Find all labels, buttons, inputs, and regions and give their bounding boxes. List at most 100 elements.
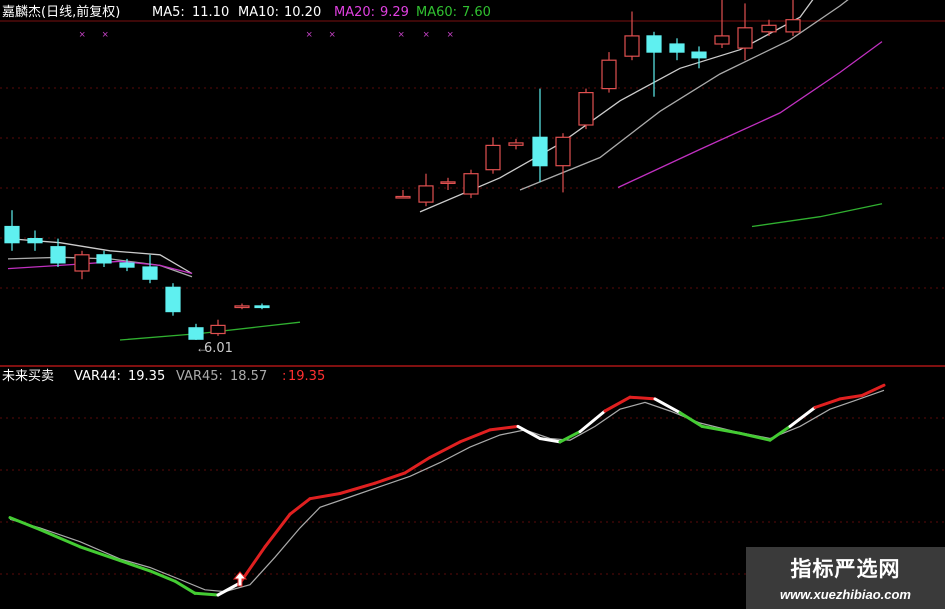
signal-x-icon: ×	[423, 29, 429, 41]
candle-body	[165, 286, 181, 313]
candle	[188, 323, 204, 340]
var44-segment	[628, 395, 657, 401]
candle	[74, 250, 90, 280]
watermark-logo: 指标严选网 www.xuezhibiao.com	[746, 547, 945, 609]
candle-body	[578, 91, 594, 126]
var44-segment	[38, 528, 82, 549]
candle-body	[96, 254, 112, 264]
candle	[669, 38, 685, 61]
var44-segment	[768, 424, 792, 442]
var44-segment	[216, 581, 242, 597]
watermark-title: 指标严选网	[790, 557, 901, 581]
candlesticks	[4, 0, 801, 340]
security-title: 嘉麟杰(日线,前复权)	[2, 4, 120, 20]
candle-body	[210, 324, 226, 335]
candle-body	[785, 19, 801, 33]
var44-segment	[78, 545, 122, 563]
var44-segment	[488, 424, 520, 432]
ma60-line	[119, 321, 301, 341]
var45-value: 18.57	[230, 369, 267, 384]
candle-body	[691, 51, 707, 59]
var44-segment	[373, 471, 407, 485]
var44-segment	[458, 428, 492, 444]
sub-legend: 未来买卖 VAR44: 19.35 VAR45: 18.57 : 19.35	[2, 369, 325, 384]
candle	[508, 138, 524, 150]
candle-body	[27, 238, 43, 244]
candle-body	[714, 35, 730, 45]
var44-segment	[193, 591, 220, 597]
candle-body	[119, 262, 135, 268]
candle	[440, 177, 456, 190]
candle-body	[4, 225, 20, 244]
indicator-title: 未来买卖	[2, 369, 54, 384]
var44-segment	[338, 481, 377, 495]
main-price-panel: × × × × × × × 6.01 ←	[0, 0, 945, 356]
candle	[714, 0, 730, 48]
var44-segment	[738, 431, 772, 442]
candle	[395, 190, 411, 199]
candle-body	[601, 59, 617, 90]
signal-x-icon: ×	[447, 29, 453, 41]
signal-x-icon: ×	[79, 29, 85, 41]
ma60-value: 7.60	[462, 5, 491, 20]
candle-body	[188, 327, 204, 340]
ma60-line	[751, 203, 883, 228]
var44-value: 19.35	[128, 369, 165, 384]
candle-body	[234, 305, 250, 309]
candle-body	[142, 266, 158, 280]
signal-x-icon: ×	[306, 29, 312, 41]
candle-body	[395, 195, 411, 199]
signal-x-icon: ×	[102, 29, 108, 41]
ma20-line	[617, 41, 883, 189]
candle	[646, 31, 662, 97]
candle-body	[50, 246, 66, 264]
candle-body	[646, 35, 662, 53]
var44-segment	[403, 455, 432, 475]
candle-body	[761, 24, 777, 33]
candle-body	[418, 185, 434, 203]
top-x-markers: × × × × × × ×	[79, 29, 453, 41]
candle	[624, 11, 640, 61]
candle	[210, 319, 226, 336]
low-price-annotation: 6.01	[204, 341, 233, 356]
stock-chart: × × × × × × × 6.01 ← 嘉麟杰(日线,前复权) MA5: 11.10 MA…	[0, 0, 945, 597]
candle-body	[669, 43, 685, 53]
ma5-label: MA5:	[152, 5, 185, 20]
ma10-value: 10.20	[284, 5, 321, 20]
candle-body	[532, 136, 548, 167]
candle	[254, 303, 270, 310]
candle	[555, 133, 571, 193]
var46-label: :	[282, 369, 286, 384]
var44-segment	[700, 424, 742, 435]
var46-value: 19.35	[288, 369, 325, 384]
signal-x-icon: ×	[329, 29, 335, 41]
candle-body	[440, 181, 456, 184]
candle	[165, 283, 181, 316]
main-legend: 嘉麟杰(日线,前复权) MA5: 11.10 MA10: 10.20 MA20:…	[2, 4, 491, 20]
candle	[485, 137, 501, 174]
candle	[532, 88, 548, 182]
candle-body	[555, 136, 571, 167]
moving-average-lines	[7, 0, 883, 341]
var44-segment	[8, 516, 42, 532]
candle	[578, 88, 594, 130]
var44-segment	[578, 409, 607, 434]
var44-segment	[308, 492, 342, 501]
ma20-value: 9.29	[380, 5, 409, 20]
var44-segment	[678, 411, 704, 428]
var44-label: VAR44:	[74, 369, 121, 384]
candle	[418, 173, 434, 207]
var44-segment	[516, 424, 542, 440]
candle	[27, 230, 43, 251]
var44-segment	[813, 397, 842, 409]
candle-body	[624, 35, 640, 57]
candle-body	[254, 305, 270, 309]
candle	[234, 303, 250, 310]
candle-body	[74, 254, 90, 272]
var44-segment	[263, 512, 292, 549]
ma10-line	[519, 0, 849, 191]
candle	[142, 254, 158, 284]
candle-body	[508, 142, 524, 146]
candle	[96, 250, 112, 267]
candle-body	[463, 173, 479, 195]
